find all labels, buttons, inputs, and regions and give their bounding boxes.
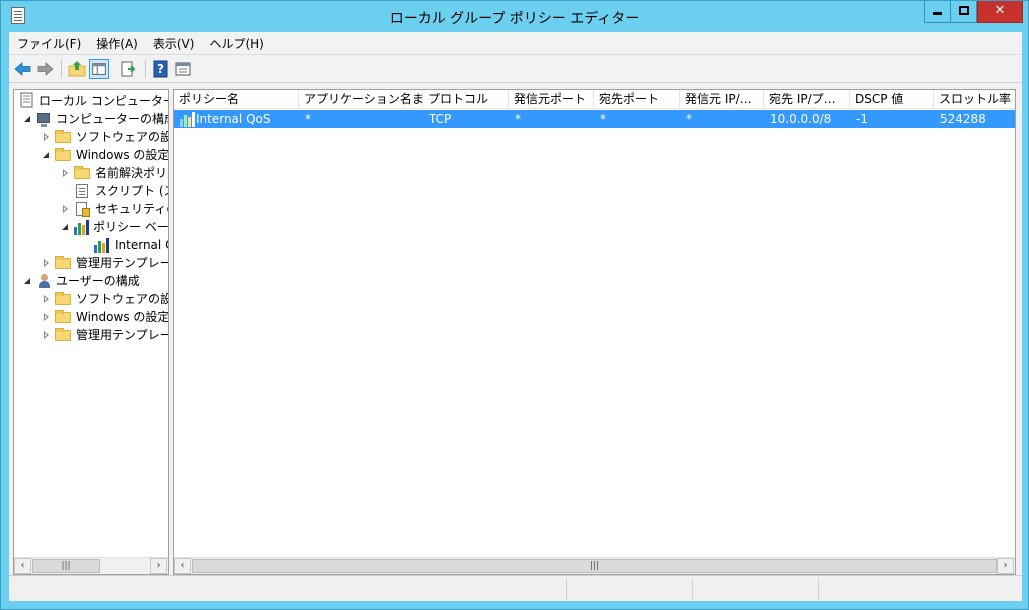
- menu-bar: ファイル(F) 操作(A) 表示(V) ヘルプ(H): [9, 32, 1022, 54]
- tree-item-label: コンピューターの構成: [56, 112, 169, 126]
- list-pane[interactable]: ポリシー名 アプリケーション名また… プロトコル 発信元ポート 宛先ポート 発信…: [173, 89, 1016, 575]
- window-title: ローカル グループ ポリシー エディター: [389, 11, 640, 27]
- menu-file[interactable]: ファイル(F): [9, 32, 88, 54]
- properties-pane-icon[interactable]: [173, 59, 193, 79]
- column-header-throttle-rate[interactable]: スロットル率: [934, 90, 1015, 109]
- forward-arrow-icon[interactable]: [35, 59, 55, 79]
- qos-bars-icon: [73, 219, 91, 235]
- cell-application: *: [305, 112, 311, 126]
- column-header-protocol[interactable]: プロトコル: [423, 90, 509, 109]
- status-segment: [692, 578, 818, 600]
- list-header: ポリシー名 アプリケーション名また… プロトコル 発信元ポート 宛先ポート 発信…: [174, 90, 1015, 109]
- status-segment: [818, 578, 1022, 600]
- scroll-thumb[interactable]: |||: [32, 559, 100, 573]
- back-arrow-icon[interactable]: [13, 59, 33, 79]
- expand-arrow-icon[interactable]: [62, 224, 68, 230]
- folder-icon: [74, 166, 90, 179]
- qos-bars-icon: [93, 237, 111, 253]
- status-bar: [9, 575, 1022, 601]
- column-header-dscp[interactable]: DSCP 値: [850, 90, 934, 109]
- policy-doc-icon: [20, 92, 33, 108]
- cell-policy-name: Internal QoS: [196, 112, 271, 126]
- tree-item-label: スクリプト (スタートアップ/シャットダウン): [95, 184, 168, 198]
- scroll-right-icon[interactable]: ›: [150, 558, 167, 574]
- toolbar: ?: [9, 54, 1022, 83]
- tree-horizontal-scrollbar[interactable]: ‹ ||| ›: [14, 557, 168, 574]
- scroll-right-icon[interactable]: ›: [997, 558, 1014, 574]
- title-bar[interactable]: ローカル グループ ポリシー エディター ✕: [1, 1, 1028, 32]
- maximize-icon: [958, 6, 969, 15]
- script-icon: [76, 184, 88, 198]
- svg-text:?: ?: [157, 62, 164, 76]
- tree-item-label: 管理用テンプレート: [76, 328, 168, 342]
- tree-item-label: ローカル コンピューター ポリシー: [39, 94, 169, 108]
- tree-item-label: Windows の設定: [76, 148, 169, 162]
- column-header-application[interactable]: アプリケーション名また…: [299, 90, 423, 109]
- export-list-icon[interactable]: [119, 59, 139, 79]
- security-icon: [76, 202, 90, 217]
- up-folder-icon[interactable]: [67, 59, 87, 79]
- cell-throttle-rate: 524288: [940, 112, 986, 126]
- scroll-left-icon[interactable]: ‹: [174, 558, 191, 574]
- menu-action[interactable]: 操作(A): [88, 32, 145, 54]
- app-window: ローカル グループ ポリシー エディター ✕ ファイル(F) 操作(A) 表示(V)…: [0, 0, 1029, 610]
- scroll-thumb[interactable]: |||: [192, 559, 997, 573]
- column-header-source-port[interactable]: 発信元ポート: [509, 90, 594, 109]
- collapse-arrow-icon[interactable]: [44, 295, 49, 303]
- menu-view[interactable]: 表示(V): [145, 32, 202, 54]
- tree-item-label: Windows の設定: [76, 310, 169, 324]
- column-header-dest-ip[interactable]: 宛先 IP/プ…: [764, 90, 850, 109]
- help-icon[interactable]: ?: [151, 59, 171, 79]
- folder-icon: [55, 256, 71, 269]
- folder-icon: [55, 292, 71, 305]
- expand-arrow-icon[interactable]: [24, 116, 30, 122]
- tree-item-label: ソフトウェアの設定: [76, 130, 168, 144]
- computer-icon: [37, 113, 50, 127]
- folder-icon: [55, 148, 71, 161]
- collapse-arrow-icon[interactable]: [44, 313, 49, 321]
- folder-icon: [55, 328, 71, 341]
- tree-item-label: ソフトウェアの設定: [76, 292, 168, 306]
- column-header-source-ip[interactable]: 発信元 IP/…: [680, 90, 764, 109]
- close-button[interactable]: ✕: [977, 1, 1023, 23]
- expand-arrow-icon[interactable]: [24, 278, 30, 284]
- close-icon: ✕: [994, 3, 1006, 18]
- cell-dscp: -1: [856, 112, 868, 126]
- user-icon: [37, 274, 53, 288]
- cell-source-port: *: [515, 112, 521, 126]
- folder-icon: [55, 310, 71, 323]
- collapse-arrow-icon[interactable]: [44, 133, 49, 141]
- collapse-arrow-icon[interactable]: [44, 331, 49, 339]
- tree-item-label: Internal QoS: [115, 238, 168, 252]
- cell-source-ip: *: [686, 112, 692, 126]
- cell-dest-port: *: [600, 112, 606, 126]
- column-header-policy-name[interactable]: ポリシー名: [174, 90, 299, 109]
- collapse-arrow-icon[interactable]: [63, 169, 68, 177]
- tree-item-label: ユーザーの構成: [56, 274, 140, 288]
- maximize-button[interactable]: [950, 1, 977, 23]
- collapse-arrow-icon[interactable]: [63, 205, 68, 213]
- expand-arrow-icon[interactable]: [43, 152, 49, 158]
- show-hide-tree-icon[interactable]: [89, 59, 109, 79]
- toolbar-separator: [145, 60, 146, 78]
- cell-protocol: TCP: [429, 112, 452, 126]
- cell-dest-ip: 10.0.0.0/8: [770, 112, 832, 126]
- tree-pane[interactable]: ローカル コンピューター ポリシー コンピューターの構成 ソフトウェアの設定 W…: [13, 89, 169, 575]
- scroll-left-icon[interactable]: ‹: [14, 558, 31, 574]
- tree-item-label: 管理用テンプレート: [76, 256, 168, 270]
- tree-item-label: ポリシー ベースの QoS: [93, 220, 169, 234]
- tree-item-label: セキュリティの設定: [95, 202, 168, 216]
- folder-icon: [55, 130, 71, 143]
- content-area: ローカル コンピューター ポリシー コンピューターの構成 ソフトウェアの設定 W…: [9, 83, 1022, 575]
- menu-help[interactable]: ヘルプ(H): [201, 32, 270, 54]
- list-horizontal-scrollbar[interactable]: ‹ ||| ›: [174, 557, 1015, 574]
- collapse-arrow-icon[interactable]: [44, 259, 49, 267]
- column-header-dest-port[interactable]: 宛先ポート: [594, 90, 680, 109]
- tree-item-label: 名前解決ポリシー: [95, 166, 168, 180]
- minimize-icon: [933, 12, 942, 15]
- status-segment: [566, 578, 692, 600]
- minimize-button[interactable]: [924, 1, 951, 23]
- table-row[interactable]: Internal QoS * TCP * * * 10.0.0.0/8 -1 5…: [174, 110, 1015, 128]
- toolbar-separator: [61, 60, 62, 78]
